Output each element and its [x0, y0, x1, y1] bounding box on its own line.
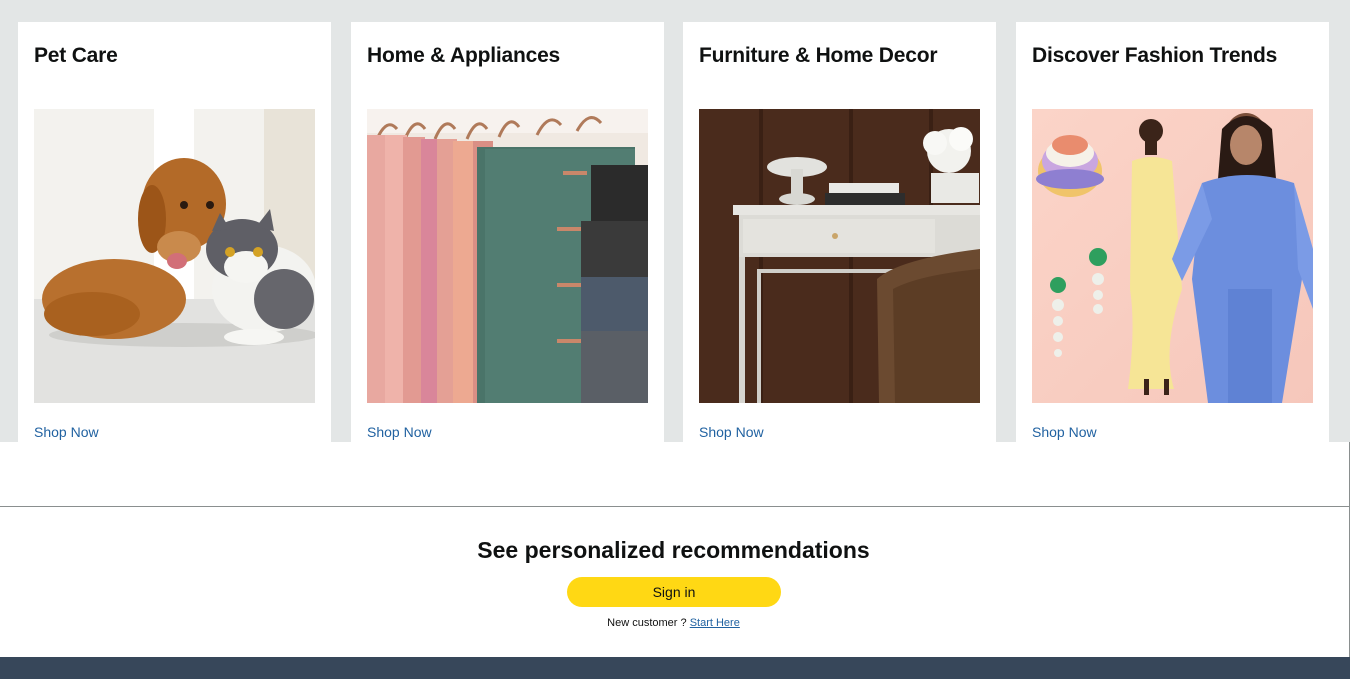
- card-discover-fashion-trends: Discover Fashion Trends Shop Now: [1016, 22, 1329, 442]
- hanging-fabric-image[interactable]: [367, 109, 648, 403]
- signin-heading: See personalized recommendations: [477, 537, 870, 563]
- shop-now-link[interactable]: Shop Now: [367, 424, 432, 440]
- shop-now-link[interactable]: Shop Now: [34, 424, 99, 440]
- card-pet-care: Pet Care Shop Now: [18, 22, 331, 442]
- sign-in-button[interactable]: Sign in: [567, 577, 781, 607]
- shop-now-link[interactable]: Shop Now: [699, 424, 764, 440]
- fashion-models-image[interactable]: [1032, 109, 1313, 403]
- card-home-appliances: Home & Appliances Shop Now: [351, 22, 664, 442]
- shop-now-link[interactable]: Shop Now: [1032, 424, 1097, 440]
- new-customer-text: New customer ? Start Here: [0, 617, 1347, 629]
- start-here-link[interactable]: Start Here: [690, 617, 740, 629]
- desk-and-chair-image[interactable]: [699, 109, 980, 403]
- card-furniture-home-decor: Furniture & Home Decor Shop Now: [683, 22, 996, 442]
- section-divider: [0, 506, 1350, 507]
- card-title: Pet Care: [34, 44, 118, 67]
- dog-and-cat-image[interactable]: [34, 109, 315, 403]
- spacer: [0, 442, 1350, 506]
- card-title: Furniture & Home Decor: [699, 44, 938, 67]
- card-title: Discover Fashion Trends: [1032, 44, 1278, 67]
- card-title: Home & Appliances: [367, 44, 561, 67]
- footer-bar: [0, 657, 1350, 679]
- new-customer-label: New customer ?: [607, 617, 687, 629]
